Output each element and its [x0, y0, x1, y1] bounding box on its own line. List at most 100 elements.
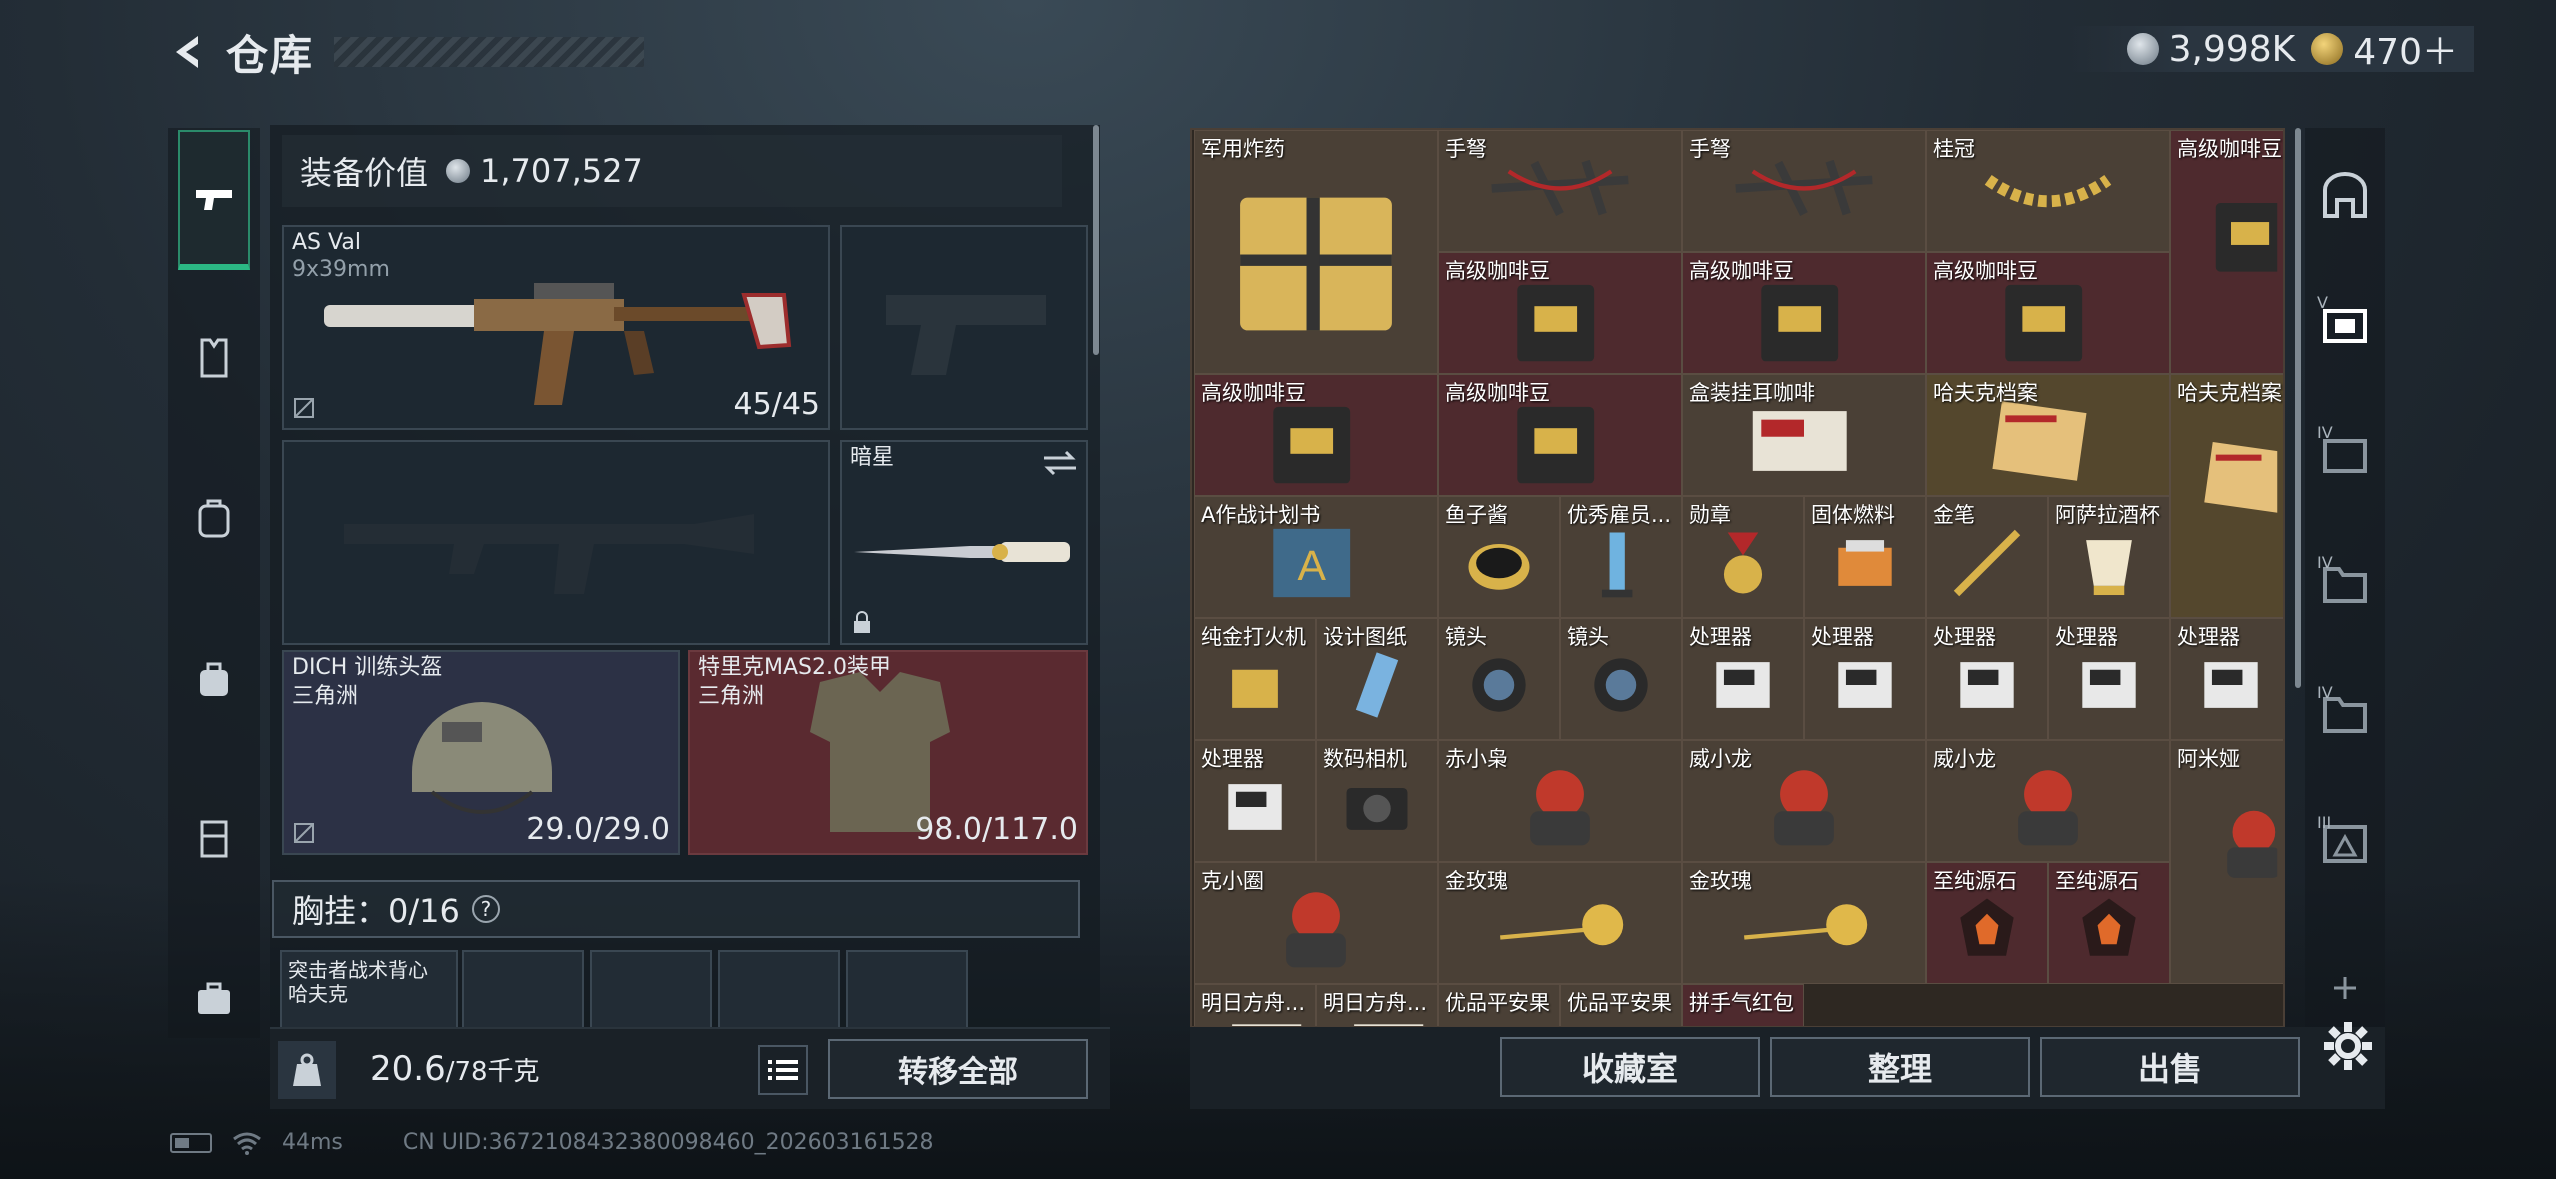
- swap-icon[interactable]: [1040, 448, 1080, 478]
- stash-item[interactable]: 哈夫克档案: [2170, 374, 2283, 618]
- gem-icon: [2082, 898, 2136, 956]
- stash-item-label: 处理器: [2177, 625, 2240, 649]
- stash-overview-tab[interactable]: [2315, 166, 2375, 226]
- stash-item[interactable]: 纯金打火机: [1194, 618, 1316, 740]
- stash-item[interactable]: 威小龙: [1682, 740, 1926, 862]
- help-icon[interactable]: ?: [471, 895, 500, 923]
- stash-item-label: 金笔: [1933, 503, 1975, 527]
- stash-item[interactable]: 阿米娅: [2170, 740, 2283, 984]
- stash-item[interactable]: 拼手气红包: [1682, 984, 1804, 1026]
- rifle-silhouette-icon: [344, 514, 754, 594]
- silver-currency[interactable]: 3,998K: [2126, 28, 2296, 70]
- settings-gear-icon[interactable]: [2320, 1018, 2376, 1074]
- stash-item[interactable]: 手弩: [1682, 130, 1926, 252]
- stash-item[interactable]: 处理器: [1682, 618, 1804, 740]
- list-view-button[interactable]: [758, 1045, 808, 1095]
- stash-item[interactable]: 克小圈: [1194, 862, 1438, 984]
- armor-slot[interactable]: 特里克MAS2.0装甲 三角洲 98.0/117.0: [688, 650, 1088, 855]
- pistol-slot-empty[interactable]: [840, 225, 1088, 430]
- stash-item[interactable]: 高级咖啡豆: [1194, 374, 1438, 496]
- stash-item[interactable]: 明日方舟...: [1316, 984, 1438, 1026]
- rig-cell[interactable]: [718, 950, 840, 1035]
- stash-item[interactable]: 处理器: [1804, 618, 1926, 740]
- tier-label: V: [2317, 293, 2328, 312]
- melee-slot[interactable]: 暗星: [840, 440, 1088, 645]
- stash-page-iii-tab[interactable]: III: [2315, 813, 2375, 873]
- stash-item[interactable]: 高级咖啡豆: [1438, 252, 1682, 374]
- stash-item[interactable]: 数码相机: [1316, 740, 1438, 862]
- stash-item[interactable]: 威小龙: [1926, 740, 2170, 862]
- crossbow-icon: [1735, 159, 1873, 216]
- stash-item[interactable]: 金玫瑰: [1682, 862, 1926, 984]
- helmet-slot[interactable]: DICH 训练头盔 三角洲 29.0/29.0: [282, 650, 680, 855]
- unbind-icon: [292, 396, 316, 420]
- stash-item-label: 数码相机: [1323, 747, 1407, 771]
- secondary-weapon-slot-empty[interactable]: [282, 440, 830, 645]
- stash-scrollbar[interactable]: [2295, 128, 2301, 688]
- stash-item-label: 处理器: [1811, 625, 1874, 649]
- stash-item[interactable]: 金笔: [1926, 496, 2048, 618]
- stash-item[interactable]: 固体燃料: [1804, 496, 1926, 618]
- stash-item[interactable]: 金玫瑰: [1438, 862, 1682, 984]
- stash-item[interactable]: 处理器: [1926, 618, 2048, 740]
- tactical-vest-slot[interactable]: 突击者战术背心 哈夫克: [280, 950, 458, 1035]
- backpack-tab[interactable]: [178, 448, 250, 588]
- stash-item[interactable]: 高级咖啡豆: [2170, 130, 2283, 374]
- stash-item[interactable]: 高级咖啡豆: [1438, 374, 1682, 496]
- cpu-icon: [1838, 662, 1892, 708]
- weapon-tab[interactable]: [178, 130, 250, 270]
- primary-weapon-slot[interactable]: AS Val 9x39mm 45/45: [282, 225, 830, 430]
- stash-item[interactable]: 优品平安果: [1560, 984, 1682, 1026]
- stash-item[interactable]: 鱼子酱: [1438, 496, 1560, 618]
- sell-button[interactable]: 出售: [2040, 1037, 2300, 1097]
- add-page-button[interactable]: [2315, 958, 2375, 1018]
- armor-tab[interactable]: [178, 288, 250, 428]
- stash-item-label: 高级咖啡豆: [2177, 137, 2282, 161]
- docs-icon: [2204, 442, 2277, 514]
- back-arrow-icon: [176, 36, 198, 68]
- stash-item[interactable]: 高级咖啡豆: [1926, 252, 2170, 374]
- stash-item[interactable]: 高级咖啡豆: [1682, 252, 1926, 374]
- bag-tab[interactable]: [178, 608, 250, 748]
- stash-item[interactable]: 处理器: [2170, 618, 2283, 740]
- gold-currency[interactable]: 470＋: [2311, 23, 2458, 75]
- stash-item[interactable]: 桂冠: [1926, 130, 2170, 252]
- stash-item[interactable]: 处理器: [2048, 618, 2170, 740]
- stash-item-label: 明日方舟...: [1201, 991, 1306, 1015]
- equipment-scrollbar[interactable]: [1093, 125, 1099, 355]
- stash-item[interactable]: 赤小枭: [1438, 740, 1682, 862]
- stash-page-v-tab[interactable]: V: [2315, 293, 2375, 353]
- gold-coin-icon: [2311, 33, 2344, 65]
- stash-item[interactable]: 设计图纸: [1316, 618, 1438, 740]
- stash-item[interactable]: 军用炸药: [1194, 130, 1438, 374]
- stash-item[interactable]: 哈夫克档案: [1926, 374, 2170, 496]
- stash-item[interactable]: 勋章: [1682, 496, 1804, 618]
- transfer-all-button[interactable]: 转移全部: [828, 1039, 1088, 1099]
- stash-page-iv-tab[interactable]: IV: [2315, 553, 2375, 613]
- stash-page-iv-tab[interactable]: IV: [2315, 423, 2375, 483]
- stash-page-iv-tab[interactable]: IV: [2315, 683, 2375, 743]
- back-button[interactable]: [160, 22, 220, 82]
- stash-item[interactable]: 优秀雇员...: [1560, 496, 1682, 618]
- case-tab[interactable]: [178, 928, 250, 1068]
- stash-item[interactable]: 盒装挂耳咖啡: [1682, 374, 1926, 496]
- stash-item[interactable]: 手弩: [1438, 130, 1682, 252]
- rig-cell[interactable]: [462, 950, 584, 1035]
- stash-item[interactable]: 至纯源石: [2048, 862, 2170, 984]
- stash-item[interactable]: 镜头: [1438, 618, 1560, 740]
- silver-amount: 3,998K: [2168, 28, 2296, 70]
- rig-tab[interactable]: [178, 768, 250, 908]
- book-icon: A: [1273, 528, 1351, 598]
- rig-cell[interactable]: [846, 950, 968, 1035]
- stash-item[interactable]: 优品平安果: [1438, 984, 1560, 1026]
- stash-item-label: 优秀雇员...: [1567, 503, 1672, 527]
- stash-item[interactable]: 阿萨拉酒杯: [2048, 496, 2170, 618]
- stash-item[interactable]: A A作战计划书: [1194, 496, 1438, 618]
- stash-item[interactable]: 镜头: [1560, 618, 1682, 740]
- collection-room-button[interactable]: 收藏室: [1500, 1037, 1760, 1097]
- stash-item[interactable]: 明日方舟...: [1194, 984, 1316, 1026]
- stash-item[interactable]: 至纯源石: [1926, 862, 2048, 984]
- sort-button[interactable]: 整理: [1770, 1037, 2030, 1097]
- rig-cell[interactable]: [590, 950, 712, 1035]
- stash-item[interactable]: 处理器: [1194, 740, 1316, 862]
